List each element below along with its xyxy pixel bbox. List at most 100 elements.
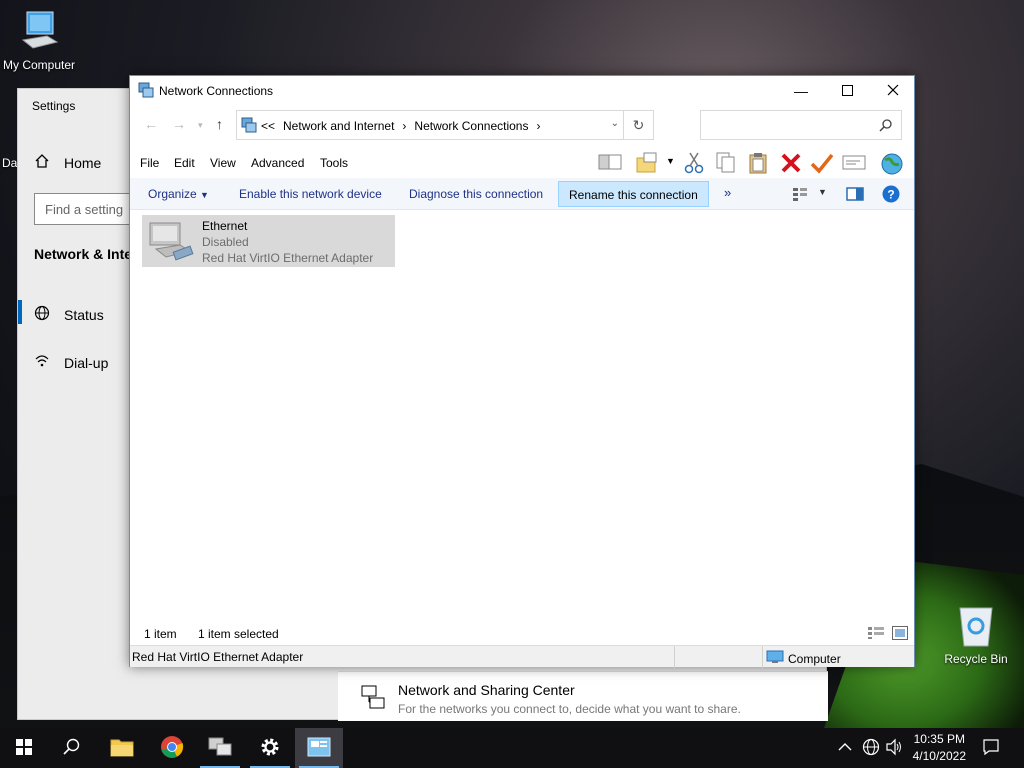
connections-list[interactable]: Ethernet Disabled Red Hat VirtIO Etherne… bbox=[130, 210, 914, 623]
up-arrow-icon: ↑ bbox=[216, 116, 223, 132]
details-view-button[interactable] bbox=[868, 627, 884, 642]
network-sharing-label: Network and Sharing Center bbox=[398, 682, 575, 698]
help-button[interactable]: ? bbox=[882, 185, 900, 206]
forward-button[interactable]: → bbox=[172, 116, 186, 132]
copy-icon[interactable] bbox=[716, 152, 736, 177]
chevron-down-icon: ▼ bbox=[200, 190, 209, 200]
diagnose-connection-button[interactable]: Diagnose this connection bbox=[399, 181, 553, 207]
security-zone: Computer bbox=[766, 650, 841, 667]
settings-nav-label: Dial-up bbox=[64, 354, 109, 371]
network-taskbar-button[interactable] bbox=[196, 728, 244, 768]
desktop-icon-recycle-bin[interactable]: Recycle Bin bbox=[940, 602, 1012, 666]
network-connections-icon bbox=[307, 737, 331, 760]
menu-advanced[interactable]: Advanced bbox=[251, 156, 304, 170]
network-sharing-icon bbox=[360, 684, 386, 713]
chevron-down-icon[interactable]: ▼ bbox=[666, 156, 675, 166]
settings-nav-status[interactable]: Status bbox=[34, 305, 104, 324]
close-button[interactable] bbox=[870, 76, 916, 106]
network-connections-icon bbox=[138, 82, 154, 101]
minimize-button[interactable]: — bbox=[778, 76, 824, 106]
breadcrumb-separator-icon: › bbox=[536, 119, 541, 133]
settings-nav-dialup[interactable]: Dial-up bbox=[34, 353, 108, 372]
network-folder-icon bbox=[241, 117, 257, 136]
ethernet-adapter-icon bbox=[148, 219, 196, 266]
enable-network-device-button[interactable]: Enable this network device bbox=[229, 181, 392, 207]
address-row: ← → ▾ ↑ << Network and Internet › Networ… bbox=[130, 108, 914, 142]
maximize-button[interactable] bbox=[824, 76, 870, 106]
organize-button[interactable]: Organize ▼ bbox=[138, 181, 219, 207]
zone-label: Computer bbox=[788, 651, 841, 666]
up-button[interactable]: ↑ bbox=[216, 116, 223, 132]
chrome-icon bbox=[160, 735, 184, 762]
details-bar: Red Hat VirtIO Ethernet Adapter Computer bbox=[130, 645, 914, 668]
address-bar[interactable]: << Network and Internet › Network Connec… bbox=[236, 110, 654, 140]
network-computers-icon bbox=[207, 736, 233, 761]
chevron-down-icon[interactable]: ▼ bbox=[818, 187, 827, 197]
dialup-icon bbox=[34, 353, 50, 372]
refresh-button[interactable]: ↻ bbox=[623, 111, 653, 139]
folder-options-icon[interactable] bbox=[636, 152, 658, 177]
connection-name: Ethernet bbox=[202, 219, 248, 233]
action-center-button[interactable] bbox=[982, 728, 1000, 768]
cut-icon[interactable] bbox=[684, 152, 704, 177]
network-globe-icon bbox=[862, 738, 880, 759]
menu-view[interactable]: View bbox=[210, 156, 236, 170]
close-icon bbox=[887, 83, 899, 99]
monitor-icon bbox=[766, 650, 784, 667]
breadcrumb-item-network-connections[interactable]: Network Connections bbox=[414, 119, 528, 133]
item-count: 1 item bbox=[144, 627, 177, 641]
search-input[interactable] bbox=[700, 110, 902, 140]
search-button[interactable] bbox=[48, 728, 96, 768]
chevron-down-icon: ⌄ bbox=[610, 118, 619, 129]
menu-file[interactable]: File bbox=[140, 156, 159, 170]
menu-tools[interactable]: Tools bbox=[320, 156, 348, 170]
settings-section-title: Network & Inte bbox=[34, 246, 133, 262]
settings-selection-indicator bbox=[18, 300, 22, 324]
chrome-taskbar-button[interactable] bbox=[148, 728, 196, 768]
volume-tray-button[interactable] bbox=[886, 728, 904, 768]
settings-taskbar-button[interactable] bbox=[246, 728, 294, 768]
address-history-dropdown[interactable]: ⌄ bbox=[611, 118, 619, 129]
back-button[interactable]: ← bbox=[144, 116, 158, 132]
globe-icon bbox=[34, 305, 50, 324]
change-view-button[interactable] bbox=[792, 187, 808, 204]
delete-icon[interactable] bbox=[780, 152, 802, 177]
breadcrumb-separator-icon: › bbox=[402, 119, 407, 133]
chevron-down-icon: ▾ bbox=[198, 120, 203, 130]
connection-item-ethernet[interactable]: Ethernet Disabled Red Hat VirtIO Etherne… bbox=[142, 215, 395, 267]
preview-pane-icon[interactable] bbox=[846, 186, 864, 205]
folder-icon bbox=[110, 737, 134, 760]
globe-icon[interactable] bbox=[880, 152, 904, 179]
properties-icon[interactable] bbox=[842, 152, 866, 175]
home-icon bbox=[34, 153, 50, 172]
file-explorer-taskbar-button[interactable] bbox=[98, 728, 146, 768]
organize-label: Organize bbox=[148, 187, 197, 201]
title-bar[interactable]: Network Connections — bbox=[130, 76, 914, 106]
details-text: Red Hat VirtIO Ethernet Adapter bbox=[132, 650, 304, 664]
breadcrumb-overflow[interactable]: << bbox=[261, 119, 275, 133]
start-button[interactable] bbox=[0, 728, 48, 768]
paste-icon[interactable] bbox=[748, 152, 768, 177]
recent-locations-button[interactable]: ▾ bbox=[198, 120, 203, 131]
large-icons-view-button[interactable] bbox=[892, 626, 908, 643]
network-connections-taskbar-button[interactable] bbox=[295, 728, 343, 768]
rename-connection-button[interactable]: Rename this connection bbox=[558, 181, 709, 207]
preview-pane-toolbar-button[interactable] bbox=[598, 152, 622, 175]
computer-icon bbox=[17, 10, 61, 54]
network-tray-button[interactable] bbox=[862, 728, 880, 768]
chevron-up-icon bbox=[838, 741, 852, 755]
menu-edit[interactable]: Edit bbox=[174, 156, 195, 170]
network-sharing-center-link[interactable]: Network and Sharing Center For the netwo… bbox=[338, 671, 828, 721]
search-icon bbox=[63, 738, 81, 759]
system-clock[interactable]: 10:35 PM 4/10/2022 bbox=[913, 731, 966, 765]
details-separator bbox=[674, 646, 675, 668]
more-commands-button[interactable]: » bbox=[714, 181, 741, 207]
breadcrumb-item-network-and-internet[interactable]: Network and Internet bbox=[283, 119, 394, 133]
settings-title: Settings bbox=[32, 99, 76, 113]
selected-count: 1 item selected bbox=[198, 627, 279, 641]
settings-home-link[interactable]: Home bbox=[34, 153, 101, 172]
desktop-icon-my-computer[interactable]: My Computer bbox=[0, 10, 78, 72]
network-connections-window[interactable]: Network Connections — ← → ▾ ↑ << Network… bbox=[129, 75, 915, 668]
checkmark-icon[interactable] bbox=[810, 152, 834, 177]
show-hidden-icons-button[interactable] bbox=[838, 728, 852, 768]
